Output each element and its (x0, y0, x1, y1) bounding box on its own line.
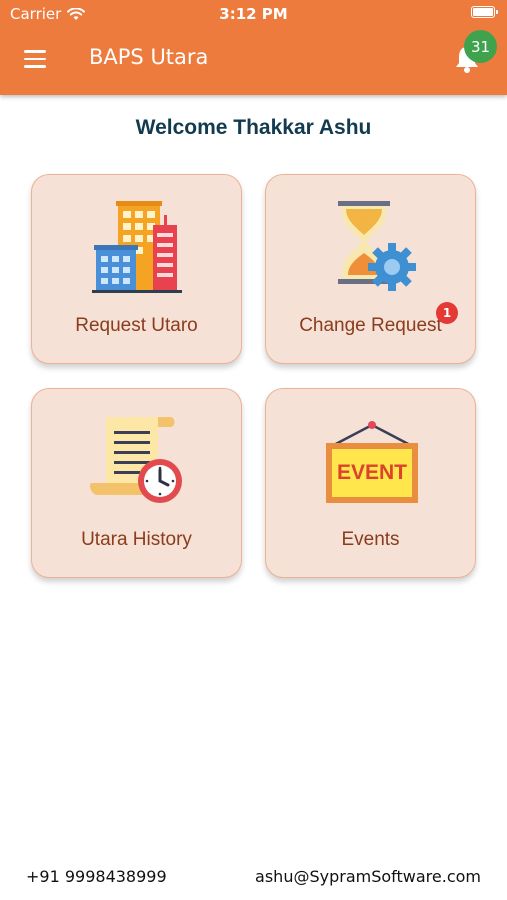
app-title: BAPS Utara (89, 45, 209, 69)
utara-history-tile[interactable]: Utara History (31, 388, 242, 578)
buildings-icon (92, 201, 182, 293)
battery-icon (471, 6, 498, 18)
hamburger-line (24, 65, 46, 68)
hamburger-line (24, 57, 46, 60)
app-header: Carrier 3:12 PM BAPS Utara 31 (0, 0, 507, 95)
events-tile[interactable]: EVENT Events (265, 388, 476, 578)
notification-count-badge: 31 (464, 30, 497, 63)
welcome-text: Welcome Thakkar Ashu (135, 116, 372, 139)
event-board-text: EVENT (337, 461, 407, 484)
hourglass-gear-icon (338, 201, 416, 291)
tile-label: Request Utaro (75, 315, 198, 336)
footer-phone[interactable]: +91 9998438999 (26, 867, 167, 886)
status-time: 3:12 PM (219, 5, 288, 23)
status-bar: Carrier 3:12 PM (0, 0, 507, 28)
hamburger-line (24, 50, 46, 53)
menu-button[interactable] (24, 50, 46, 68)
change-request-badge: 1 (436, 302, 458, 324)
tile-label: Utara History (81, 529, 192, 550)
change-request-tile[interactable]: Change Request 1 (265, 174, 476, 364)
request-utaro-tile[interactable]: Request Utaro (31, 174, 242, 364)
tile-label: Events (341, 529, 400, 550)
footer-email[interactable]: ashu@SypramSoftware.com (255, 867, 481, 886)
scroll-clock-icon (90, 417, 182, 503)
event-board-icon: EVENT (326, 421, 418, 503)
